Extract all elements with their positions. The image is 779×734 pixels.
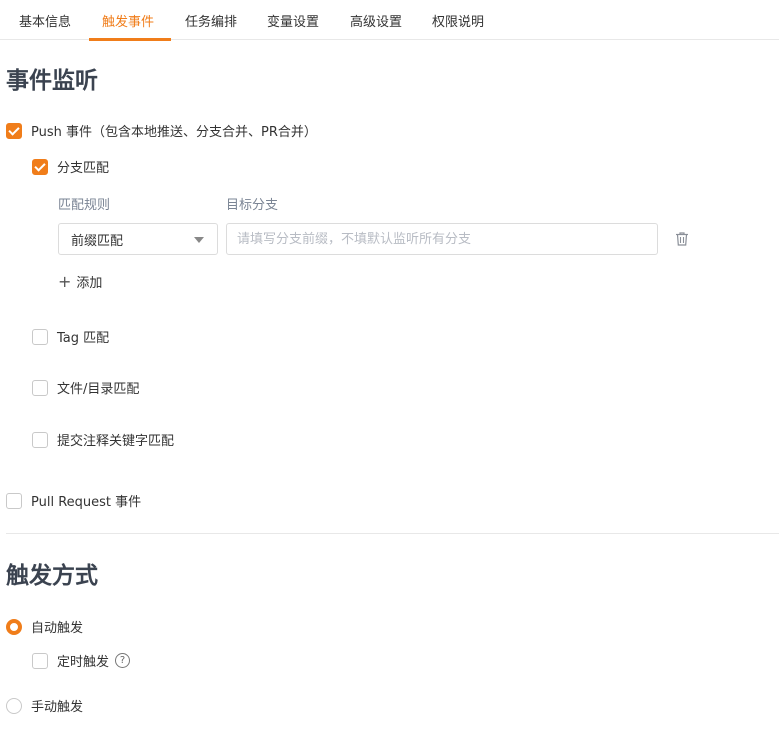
add-label: 添加 [76, 276, 103, 291]
manual-trigger-label: 手动触发 [31, 700, 84, 715]
commit-keyword-label: 提交注释关键字匹配 [57, 434, 175, 449]
file-match-label: 文件/目录匹配 [57, 382, 140, 397]
pull-request-checkbox-row[interactable]: Pull Request 事件 [6, 491, 141, 510]
tag-match-checkbox-row[interactable]: Tag 匹配 [32, 327, 109, 346]
manual-trigger-radio-row[interactable]: 手动触发 [6, 696, 83, 715]
tab-variable-settings[interactable]: 变量设置 [267, 14, 319, 32]
target-branch-label: 目标分支 [226, 198, 279, 213]
push-event-checkbox[interactable] [6, 122, 22, 139]
pull-request-checkbox[interactable] [6, 492, 22, 509]
active-tab-indicator [89, 38, 171, 41]
plus-icon: + [58, 271, 72, 291]
commit-keyword-checkbox-row[interactable]: 提交注释关键字匹配 [32, 430, 174, 449]
branch-match-label: 分支匹配 [57, 161, 110, 176]
section-title-trigger-mode: 触发方式 [6, 563, 98, 589]
auto-trigger-label: 自动触发 [31, 621, 84, 636]
file-match-checkbox-row[interactable]: 文件/目录匹配 [32, 378, 139, 397]
match-rule-value: 前缀匹配 [71, 233, 124, 249]
section-divider [6, 533, 779, 534]
tag-match-label: Tag 匹配 [57, 331, 110, 346]
auto-trigger-radio[interactable] [6, 618, 22, 635]
scheduled-trigger-checkbox-row[interactable]: 定时触发 ? [32, 651, 131, 670]
pull-request-label: Pull Request 事件 [31, 495, 142, 510]
commit-keyword-checkbox[interactable] [32, 431, 48, 448]
match-rule-select[interactable]: 前缀匹配 [58, 223, 218, 255]
push-event-checkbox-row[interactable]: Push 事件（包含本地推送、分支合并、PR合并） [6, 121, 317, 140]
tab-basic-info[interactable]: 基本信息 [19, 14, 71, 32]
tag-match-checkbox[interactable] [32, 328, 48, 345]
manual-trigger-radio[interactable] [6, 697, 22, 714]
tab-advanced-settings[interactable]: 高级设置 [350, 14, 402, 32]
tab-task-orchestration[interactable]: 任务编排 [185, 14, 237, 32]
file-match-checkbox[interactable] [32, 379, 48, 396]
tab-permissions[interactable]: 权限说明 [432, 14, 484, 32]
scheduled-trigger-label: 定时触发 [57, 655, 110, 670]
auto-trigger-radio-row[interactable]: 自动触发 [6, 617, 83, 636]
caret-down-icon [194, 237, 204, 243]
scheduled-trigger-checkbox[interactable] [32, 652, 48, 669]
question-circle-icon[interactable]: ? [115, 653, 131, 668]
tab-bar: 基本信息 触发事件 任务编排 变量设置 高级设置 权限说明 [0, 0, 779, 41]
push-event-label: Push 事件（包含本地推送、分支合并、PR合并） [31, 125, 317, 140]
branch-match-checkbox-row[interactable]: 分支匹配 [32, 157, 109, 176]
branch-match-checkbox[interactable] [32, 158, 48, 175]
target-branch-input[interactable] [226, 223, 658, 255]
section-title-event-listen: 事件监听 [6, 68, 98, 94]
add-branch-rule-button[interactable]: + 添加 [58, 272, 102, 291]
match-rule-label: 匹配规则 [58, 198, 111, 213]
trash-icon[interactable] [674, 231, 690, 247]
tab-trigger-events[interactable]: 触发事件 [102, 14, 154, 32]
